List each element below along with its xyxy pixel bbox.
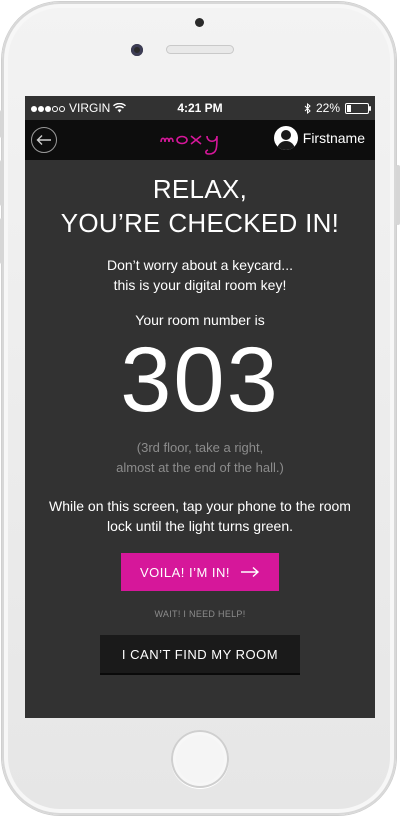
arrow-right-icon: [241, 566, 260, 578]
directions-line-1: (3rd floor, take a right,: [136, 440, 264, 455]
mute-switch: [0, 110, 4, 138]
battery-icon: [345, 102, 371, 114]
status-right: 22%: [304, 101, 371, 115]
directions-line-2: almost at the end of the hall.): [116, 460, 284, 475]
battery-percent: 22%: [315, 101, 340, 115]
moxy-logo: [160, 135, 218, 155]
subtitle: Don’t worry about a keycard... this is y…: [25, 255, 375, 295]
proximity-sensor: [195, 18, 204, 27]
room-directions: (3rd floor, take a right, almost at the …: [25, 438, 375, 478]
back-arrow-icon: [36, 135, 51, 145]
voila-button-label: VOILA! I’M IN!: [139, 564, 231, 580]
title-line-2: YOU’RE CHECKED IN!: [60, 208, 340, 238]
bluetooth-icon: [304, 102, 311, 114]
subtitle-line-1: Don’t worry about a keycard...: [107, 257, 293, 273]
nav-bar: Firstname: [25, 120, 375, 160]
front-camera: [131, 44, 143, 56]
power-button: [396, 165, 400, 225]
cant-find-room-button[interactable]: I CAN’T FIND MY ROOM: [100, 635, 300, 675]
title-line-1: RELAX,: [152, 174, 248, 204]
back-button[interactable]: [31, 127, 57, 153]
checkin-content: RELAX, YOU’RE CHECKED IN! Don’t worry ab…: [25, 160, 375, 675]
volume-down-button: [0, 218, 4, 264]
home-button[interactable]: [171, 730, 229, 788]
volume-up-button: [0, 160, 4, 206]
app-screen: VIRGIN 4:21 PM 22% Firstname RELAX, YOU’…: [25, 96, 375, 718]
room-number-label: Your room number is: [135, 312, 265, 328]
user-avatar-icon: [273, 126, 298, 150]
user-name: Firstname: [302, 130, 365, 146]
status-bar: VIRGIN 4:21 PM 22%: [25, 96, 375, 120]
tap-instructions: While on this screen, tap your phone to …: [49, 498, 351, 534]
room-number: 303: [120, 329, 280, 431]
voila-im-in-button[interactable]: VOILA! I’M IN!: [121, 553, 279, 591]
subtitle-line-2: this is your digital room key!: [113, 277, 287, 293]
user-menu[interactable]: Firstname: [273, 126, 365, 150]
earpiece-speaker: [166, 45, 234, 54]
page-title: RELAX, YOU’RE CHECKED IN!: [25, 172, 375, 240]
need-help-link[interactable]: WAIT! I NEED HELP!: [25, 609, 375, 619]
